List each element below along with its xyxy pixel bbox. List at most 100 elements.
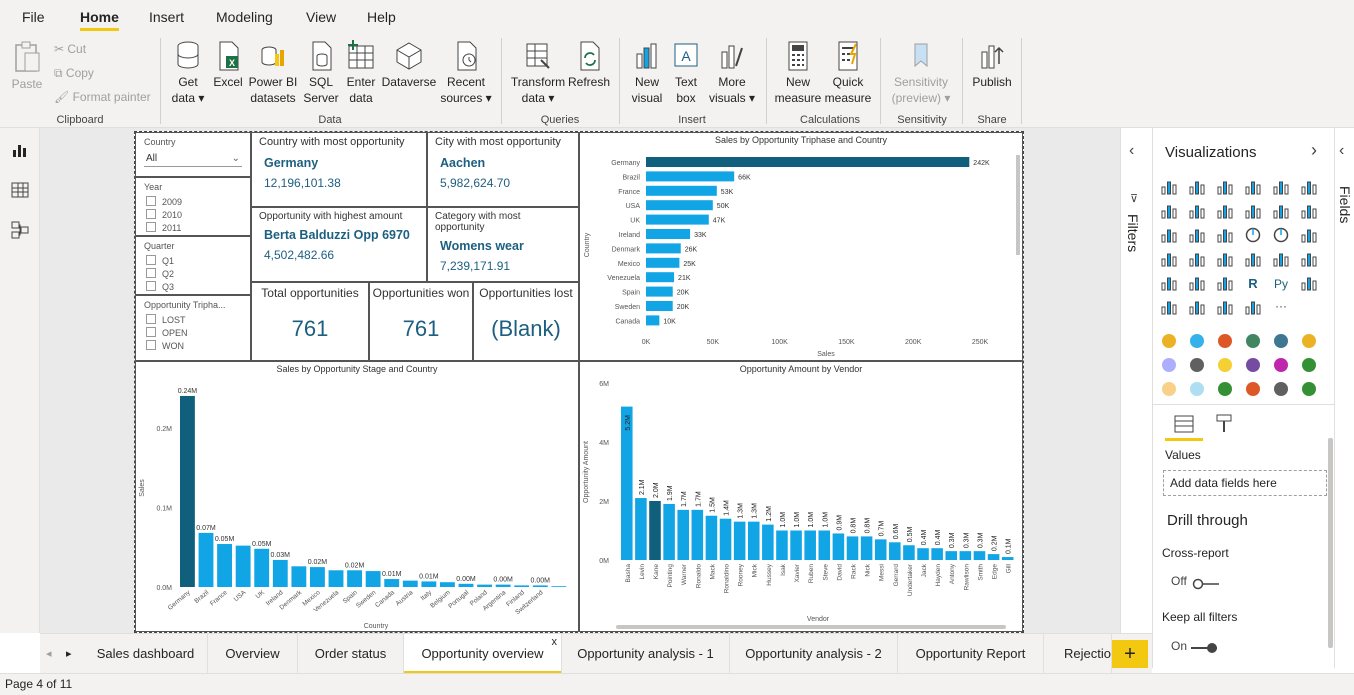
pane-scrollbar[interactable] [1328,438,1333,648]
tab-modeling[interactable]: Modeling [216,9,273,25]
more-icon[interactable]: ··· [1271,298,1291,316]
area-chart-icon[interactable] [1187,202,1207,220]
key-influencers-icon[interactable] [1299,274,1319,292]
highest-amount-card[interactable]: Opportunity with highest amount Berta Ba… [251,207,427,282]
slicer-item[interactable]: Q3 [136,281,250,294]
clustered-column-icon[interactable] [1243,178,1263,196]
new-visual-button[interactable]: New visual [627,40,667,106]
cut-button[interactable]: ✂ Cut [54,42,86,56]
custom-visual-10-icon[interactable] [1243,356,1263,374]
page-tab-opportunity-overview[interactable]: Opportunity overview x [404,634,562,674]
custom-visual-16-icon[interactable] [1243,380,1263,398]
slicer-item[interactable]: Q2 [136,268,250,281]
data-view-icon[interactable] [10,180,30,200]
100-column-icon[interactable] [1299,178,1319,196]
treemap-icon[interactable] [1299,226,1319,244]
sales-by-triphase-chart[interactable]: Sales by Opportunity Triphase and Countr… [579,132,1023,361]
custom-visual-17-icon[interactable] [1271,380,1291,398]
tab-view[interactable]: View [306,9,336,25]
publish-button[interactable]: Publish [970,40,1014,90]
quarter-slicer[interactable]: Quarter Q1 Q2 Q3 [135,236,251,295]
page-tab-sales-dashboard[interactable]: Sales dashboard [84,634,208,674]
refresh-button[interactable]: Refresh [567,40,611,90]
dataverse-button[interactable]: Dataverse [380,40,438,90]
opportunities-won-card[interactable]: Opportunities won 761 [369,282,473,361]
waterfall-icon[interactable] [1159,226,1179,244]
add-page-button[interactable]: + [1112,640,1148,668]
stacked-bar-icon[interactable] [1159,178,1179,196]
custom-visual-15-icon[interactable] [1215,380,1235,398]
scroll-left-icon[interactable]: ◂ [46,647,52,660]
sensitivity-button[interactable]: Sensitivity (preview) ▾ [888,40,954,106]
format-painter-button[interactable]: 🖌 Format painter [54,90,151,104]
donut-chart-icon[interactable] [1271,226,1291,244]
sql-server-button[interactable]: SQL Server [302,40,340,106]
stacked-column-icon[interactable] [1187,178,1207,196]
r-visual-icon[interactable]: R [1243,274,1263,292]
custom-visual-11-icon[interactable] [1271,356,1291,374]
slicer-item[interactable]: 2011 [136,222,250,235]
filled-map-icon[interactable] [1187,250,1207,268]
custom-visual-8-icon[interactable] [1187,356,1207,374]
page-tab-overview[interactable]: Overview [208,634,298,674]
tab-insert[interactable]: Insert [149,9,184,25]
custom-visual-12-icon[interactable] [1299,356,1319,374]
scatter-icon[interactable] [1215,226,1235,244]
country-dropdown[interactable]: All ⌄ [144,151,242,167]
amount-by-vendor-chart[interactable]: Opportunity Amount by Vendor 0M 2M 4M 6M 5.2… [579,361,1023,632]
page-tab-opportunity-report[interactable]: Opportunity Report [898,634,1044,674]
get-data-button[interactable]: Get data ▾ [168,40,208,106]
total-opportunities-card[interactable]: Total opportunities 761 [251,282,369,361]
tab-home[interactable]: Home [80,9,119,31]
page-tab-order-status[interactable]: Order status [298,634,404,674]
fields-well-icon[interactable] [1173,414,1195,434]
custom-visual-7-icon[interactable] [1159,356,1179,374]
add-data-fields-dropzone[interactable]: Add data fields here [1163,470,1327,496]
text-box-button[interactable]: A Text box [668,40,704,106]
fields-pane[interactable]: ‹ Fields [1334,128,1354,668]
page-tab-rejection[interactable]: Rejection [1044,634,1112,674]
kpi-icon[interactable] [1299,250,1319,268]
paginated-icon[interactable] [1243,298,1263,316]
chevron-right-icon[interactable]: › [1311,140,1317,161]
card-icon[interactable] [1243,250,1263,268]
filters-label[interactable]: Filters [1125,214,1141,252]
custom-visual-13-icon[interactable] [1159,380,1179,398]
custom-visual-1-icon[interactable] [1159,332,1179,350]
custom-visual-6-icon[interactable] [1299,332,1319,350]
line-column-icon[interactable] [1243,202,1263,220]
clustered-bar-icon[interactable] [1215,178,1235,196]
format-paint-roller-icon[interactable] [1213,412,1235,434]
custom-visual-4-icon[interactable] [1243,332,1263,350]
100-bar-icon[interactable] [1271,178,1291,196]
more-visuals-button[interactable]: More visuals ▾ [706,40,758,106]
new-measure-button[interactable]: New measure [774,40,822,106]
recent-sources-button[interactable]: Recent sources ▾ [438,40,494,106]
filters-pane[interactable]: ‹ ⊽ Filters [1120,128,1152,633]
tab-help[interactable]: Help [367,9,396,25]
report-view-icon[interactable] [10,140,30,160]
chevron-left-icon[interactable]: ‹ [1129,142,1134,160]
enter-data-button[interactable]: Enter data [342,40,380,106]
paste-button[interactable]: Paste [8,40,46,92]
stacked-area-icon[interactable] [1215,202,1235,220]
category-most-card[interactable]: Category with most opportunity Womens we… [427,207,579,282]
city-most-card[interactable]: City with most opportunity Aachen 5,982,… [427,132,579,207]
triphase-slicer[interactable]: Opportunity Tripha... LOST OPEN WON [135,295,251,361]
qa-icon[interactable] [1187,298,1207,316]
line-clustered-icon[interactable] [1271,202,1291,220]
keep-filters-toggle[interactable] [1189,641,1219,653]
map-icon[interactable] [1159,250,1179,268]
ribbon-chart-icon[interactable] [1299,202,1319,220]
python-visual-icon[interactable]: Py [1271,274,1291,292]
model-view-icon[interactable] [10,220,30,240]
smart-narrative-icon[interactable] [1215,298,1235,316]
fields-label[interactable]: Fields [1337,186,1353,223]
copy-button[interactable]: ⧉ Copy [54,66,94,81]
sales-by-stage-chart[interactable]: Sales by Opportunity Stage and Country 0… [135,361,579,632]
excel-button[interactable]: X Excel [210,40,246,90]
line-chart-icon[interactable] [1159,202,1179,220]
country-most-card[interactable]: Country with most opportunity Germany 12… [251,132,427,207]
tab-file[interactable]: File [22,9,45,25]
opportunities-lost-card[interactable]: Opportunities lost (Blank) [473,282,579,361]
